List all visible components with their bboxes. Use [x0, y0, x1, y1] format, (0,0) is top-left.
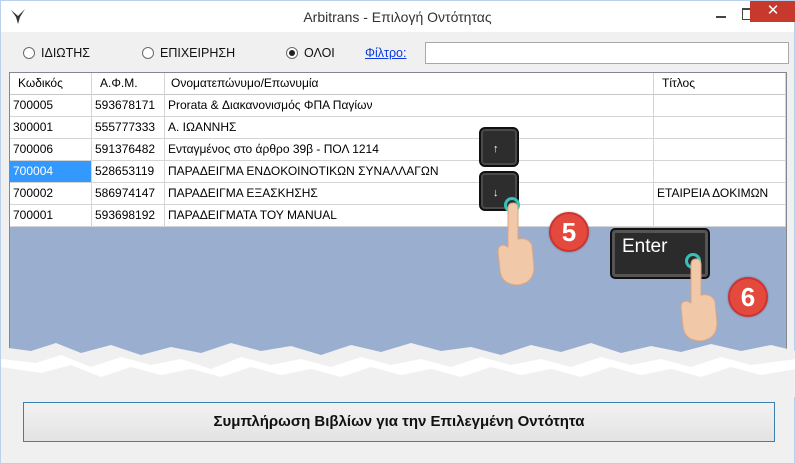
cell-code: 300001	[10, 117, 92, 139]
fill-books-button[interactable]: Συμπλήρωση Βιβλίων για την Επιλεγμένη Ον…	[23, 402, 775, 442]
cell-title	[654, 117, 786, 139]
cell-code: 700006	[10, 139, 92, 161]
arrow-down-icon: ↓	[493, 187, 499, 199]
cell-code: 700001	[10, 205, 92, 227]
title-bar: Arbitrans - Επιλογή Οντότητας ✕	[1, 1, 795, 32]
column-header-title[interactable]: Τίτλος	[654, 73, 786, 95]
cell-title: ΕΤΑΙΡΕΙΑ ΔΟΚΙΜΩΝ	[654, 183, 786, 205]
radio-all[interactable]: ΟΛΟΙ	[286, 46, 335, 60]
entity-grid[interactable]: Κωδικός Α.Φ.Μ. Ονοματεπώνυμο/Επωνυμία Τί…	[9, 72, 787, 382]
radio-all-indicator	[286, 47, 298, 59]
table-row[interactable]: 700005 593678171 Prorata & Διακανονισμός…	[10, 95, 786, 117]
cell-name: Ενταγμένος στο άρθρο 39β - ΠΟΛ 1214	[165, 139, 654, 161]
radio-private-indicator	[23, 47, 35, 59]
table-row[interactable]: 700002 586974147 ΠΑΡΑΔΕΙΓΜΑ ΕΞΑΣΚΗΣΗΣ ΕΤ…	[10, 183, 786, 205]
key-up-overlay: ↑	[479, 127, 519, 167]
cell-afm: 528653119	[92, 161, 165, 183]
cell-title	[654, 139, 786, 161]
cell-afm: 591376482	[92, 139, 165, 161]
cell-afm: 593698192	[92, 205, 165, 227]
arrow-up-icon: ↑	[493, 143, 499, 155]
cell-name: Α. ΙΩΑΝΝΗΣ	[165, 117, 654, 139]
close-icon: ✕	[766, 2, 780, 19]
cell-title	[654, 161, 786, 183]
pointing-finger-icon	[497, 202, 535, 286]
radio-private[interactable]: ΙΔΙΩΤΗΣ	[23, 46, 90, 60]
close-button[interactable]: ✕	[750, 1, 795, 22]
cell-afm: 555777333	[92, 117, 165, 139]
filter-bar: ΙΔΙΩΤΗΣ ΕΠΙΧΕΙΡΗΣΗ ΟΛΟΙ Φίλτρο:	[1, 37, 795, 67]
cell-name: Prorata & Διακανονισμός ΦΠΑ Παγίων	[165, 95, 654, 117]
cell-code: 700002	[10, 183, 92, 205]
filter-input[interactable]	[425, 42, 789, 64]
cell-code: 700004	[10, 161, 92, 183]
cell-afm: 593678171	[92, 95, 165, 117]
cell-title	[654, 205, 786, 227]
cell-afm: 586974147	[92, 183, 165, 205]
radio-all-label: ΟΛΟΙ	[304, 46, 335, 60]
radio-business-indicator	[142, 47, 154, 59]
app-window: Arbitrans - Επιλογή Οντότητας ✕ ΙΔΙΩΤΗΣ …	[0, 0, 795, 464]
step-5-badge: 5	[549, 212, 589, 252]
table-row-selected[interactable]: 700004 528653119 ΠΑΡΑΔΕΙΓΜΑ ΕΝΔΟΚΟΙΝΟΤΙΚ…	[10, 161, 786, 183]
column-header-code[interactable]: Κωδικός	[10, 73, 92, 95]
pointing-finger-icon	[680, 258, 718, 342]
radio-business[interactable]: ΕΠΙΧΕΙΡΗΣΗ	[142, 46, 235, 60]
radio-private-label: ΙΔΙΩΤΗΣ	[41, 46, 91, 60]
cell-code: 700005	[10, 95, 92, 117]
radio-business-label: ΕΠΙΧΕΙΡΗΣΗ	[160, 46, 236, 60]
column-header-name[interactable]: Ονοματεπώνυμο/Επωνυμία	[165, 73, 654, 95]
step-6-badge: 6	[728, 277, 768, 317]
grid-header: Κωδικός Α.Φ.Μ. Ονοματεπώνυμο/Επωνυμία Τί…	[10, 73, 786, 95]
window-title: Arbitrans - Επιλογή Οντότητας	[303, 9, 492, 25]
enter-key-label: Enter	[622, 236, 668, 257]
minimize-button[interactable]	[708, 3, 734, 25]
table-row[interactable]: 300001 555777333 Α. ΙΩΑΝΝΗΣ	[10, 117, 786, 139]
torn-edge-divider	[1, 343, 795, 397]
table-row[interactable]: 700001 593698192 ΠΑΡΑΔΕΙΓΜΑΤΑ ΤΟΥ MANUAL	[10, 205, 786, 227]
cell-name: ΠΑΡΑΔΕΙΓΜΑ ΕΝΔΟΚΟΙΝΟΤΙΚΩΝ ΣΥΝΑΛΛΑΓΩΝ	[165, 161, 654, 183]
cell-name: ΠΑΡΑΔΕΙΓΜΑ ΕΞΑΣΚΗΣΗΣ	[165, 183, 654, 205]
table-row[interactable]: 700006 591376482 Ενταγμένος στο άρθρο 39…	[10, 139, 786, 161]
column-header-afm[interactable]: Α.Φ.Μ.	[92, 73, 165, 95]
cell-title	[654, 95, 786, 117]
filter-link[interactable]: Φίλτρο:	[365, 46, 406, 60]
